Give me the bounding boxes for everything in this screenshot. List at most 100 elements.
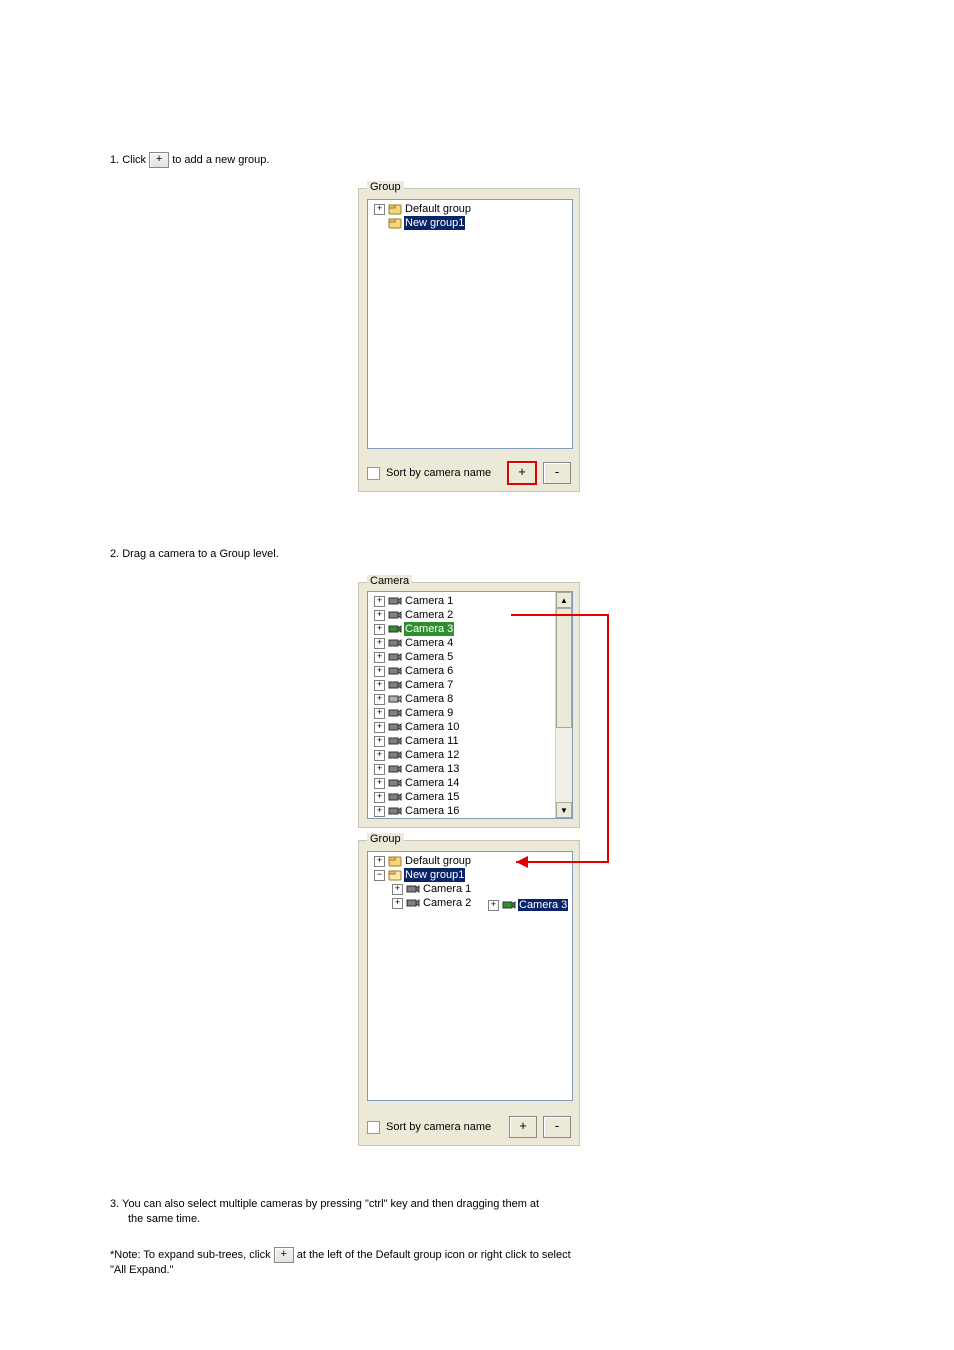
camera-tree-item[interactable]: + Camera 1: [370, 594, 556, 608]
camera-tree-item[interactable]: + Camera 14: [370, 776, 556, 790]
expand-icon[interactable]: +: [374, 666, 385, 677]
tree-item-label: Camera 5: [404, 650, 454, 664]
camera-tree-item[interactable]: + Camera 9: [370, 706, 556, 720]
tree-item-label: Camera 1: [422, 882, 472, 896]
tree-item-label: Camera 11: [404, 734, 460, 748]
tree-item-label: Camera 1: [404, 594, 454, 608]
group-tree-item[interactable]: New group1: [370, 216, 570, 230]
camera-tree-item[interactable]: + Camera 7: [370, 678, 556, 692]
group-tree-item[interactable]: +Default group: [370, 854, 570, 868]
expand-icon[interactable]: +: [374, 694, 385, 705]
expand-icon[interactable]: +: [374, 806, 385, 817]
group-tree-item[interactable]: − New group1: [370, 868, 570, 882]
sort-label: Sort by camera name: [386, 467, 501, 479]
expand-icon[interactable]: +: [374, 638, 385, 649]
camera-icon: [388, 749, 402, 761]
instruction-note: *Note: To expand sub-trees, click + at t…: [110, 1247, 750, 1278]
expand-icon[interactable]: +: [374, 750, 385, 761]
expand-icon[interactable]: +: [374, 624, 385, 635]
scroll-thumb[interactable]: [556, 608, 572, 728]
scroll-down-icon[interactable]: ▼: [556, 802, 572, 818]
tree-item-label: Camera 6: [404, 664, 454, 678]
camera-tree-item[interactable]: + Camera 15: [370, 790, 556, 804]
camera-tree-item[interactable]: +Camera 16: [370, 804, 556, 818]
tree-item-label: Camera 10: [404, 720, 460, 734]
add-group-button-2[interactable]: +: [509, 1116, 537, 1138]
expand-icon[interactable]: +: [374, 856, 385, 867]
tree-item-label: Camera 12: [404, 748, 460, 762]
expand-icon[interactable]: +: [374, 778, 385, 789]
tree-item-label: Camera 13: [404, 762, 460, 776]
expand-icon[interactable]: +: [374, 596, 385, 607]
group-legend: Group: [367, 181, 404, 193]
group-icon: [388, 217, 402, 229]
camera-icon: [388, 679, 402, 691]
expand-icon[interactable]: +: [374, 652, 385, 663]
tree-item-label: Default group: [404, 202, 472, 216]
expand-icon[interactable]: +: [374, 708, 385, 719]
tree-item-label: Camera 8: [404, 692, 454, 706]
expand-icon[interactable]: +: [374, 764, 385, 775]
sort-checkbox[interactable]: [367, 467, 380, 480]
tree-item-label: Camera 7: [404, 678, 454, 692]
tree-item-label: Camera 14: [404, 776, 460, 790]
tree-item-label: Camera 2: [422, 896, 472, 910]
tree-item-label: New group1: [404, 216, 465, 230]
expand-icon[interactable]: +: [392, 898, 403, 909]
camera-legend: Camera: [367, 575, 412, 587]
camera-icon: [388, 595, 402, 607]
camera-icon: [388, 763, 402, 775]
remove-group-button-2[interactable]: -: [543, 1116, 571, 1138]
plus-button-inline-icon: +: [149, 152, 169, 168]
sort-checkbox-2[interactable]: [367, 1121, 380, 1134]
camera-tree-item[interactable]: +Camera 4: [370, 636, 556, 650]
expand-icon[interactable]: +: [374, 610, 385, 621]
camera-icon: [388, 707, 402, 719]
group-camera-item[interactable]: + Camera 1: [370, 882, 570, 896]
expand-icon[interactable]: +: [488, 900, 499, 911]
camera-tree-item[interactable]: + Camera 12: [370, 748, 556, 762]
expand-icon[interactable]: +: [392, 884, 403, 895]
camera-icon: [388, 791, 402, 803]
camera-icon: [388, 609, 402, 621]
camera-icon: [406, 897, 420, 909]
camera-tree-item[interactable]: + Camera 2: [370, 608, 556, 622]
remove-group-button[interactable]: -: [543, 462, 571, 484]
tree-item-label: Camera 9: [404, 706, 454, 720]
group-legend-2: Group: [367, 833, 404, 845]
camera-tree-item[interactable]: + Camera 5: [370, 650, 556, 664]
collapse-icon[interactable]: −: [374, 870, 385, 881]
camera-tree-item[interactable]: + Camera 13: [370, 762, 556, 776]
instruction-step-2: 2. Drag a camera to a Group level.: [110, 547, 279, 562]
add-group-button[interactable]: +: [507, 461, 537, 485]
camera-tree-area[interactable]: +Camera 1+Camera 2+Camera 3+Camera 4+Cam…: [367, 591, 573, 819]
expand-icon[interactable]: +: [374, 736, 385, 747]
camera-tree-item[interactable]: + Camera 3: [370, 622, 556, 636]
camera-icon: [388, 651, 402, 663]
camera-icon: [388, 777, 402, 789]
camera-scrollbar[interactable]: ▲ ▼: [555, 592, 572, 818]
group-tree-area-2[interactable]: +Default group−New group1+Camera 1+Camer…: [367, 851, 573, 1101]
camera-tree-item[interactable]: + Camera 10: [370, 720, 556, 734]
camera-icon: [388, 623, 402, 635]
expand-icon[interactable]: +: [374, 204, 385, 215]
camera-icon: [388, 721, 402, 733]
tree-item-label: Camera 2: [404, 608, 454, 622]
camera-tree-item[interactable]: + Camera 8: [370, 692, 556, 706]
scroll-up-icon[interactable]: ▲: [556, 592, 572, 608]
tree-item-label: New group1: [404, 868, 465, 882]
camera-icon: [388, 665, 402, 677]
camera-group-panel: Camera +Camera 1+Camera 2+Camera 3+Camer…: [358, 576, 580, 1146]
tree-item-label: Camera 3: [404, 622, 454, 636]
camera-icon: [502, 899, 516, 911]
expand-icon[interactable]: +: [374, 680, 385, 691]
group-icon: [388, 869, 402, 881]
expand-icon[interactable]: +: [374, 722, 385, 733]
camera-tree-item[interactable]: + Camera 11: [370, 734, 556, 748]
tree-item-label: Camera 15: [404, 790, 460, 804]
group-tree-area[interactable]: + Default groupNew group1: [367, 199, 573, 449]
expand-icon[interactable]: +: [374, 792, 385, 803]
group-tree-item[interactable]: + Default group: [370, 202, 570, 216]
camera-tree-item[interactable]: + Camera 6: [370, 664, 556, 678]
camera-icon: [406, 883, 420, 895]
